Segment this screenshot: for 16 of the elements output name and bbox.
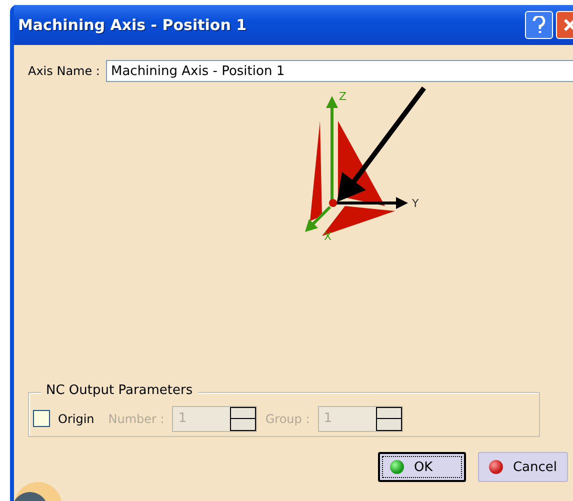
question-mark-icon (532, 16, 546, 34)
field-label: Group : (265, 412, 310, 426)
group-legend: NC Output Parameters (41, 383, 198, 398)
window-title: Machining Axis - Position 1 (18, 16, 247, 34)
help-button[interactable] (525, 11, 553, 39)
axis-name-label: Axis Name : (28, 64, 100, 78)
axis-name-field[interactable]: Machining Axis - Position 1 (106, 60, 573, 82)
spin-arrows-icon[interactable] (376, 406, 402, 430)
spin-arrows-icon[interactable] (230, 406, 256, 430)
close-icon (563, 18, 573, 32)
origin-checkbox[interactable] (33, 410, 50, 427)
cancel-button[interactable]: Cancel (478, 452, 568, 482)
origin-label: Origin (58, 412, 94, 426)
axis-system-drawing: Z Y X (300, 86, 430, 246)
ok-button[interactable]: OK (378, 452, 466, 482)
field-label: Number : (108, 412, 164, 426)
